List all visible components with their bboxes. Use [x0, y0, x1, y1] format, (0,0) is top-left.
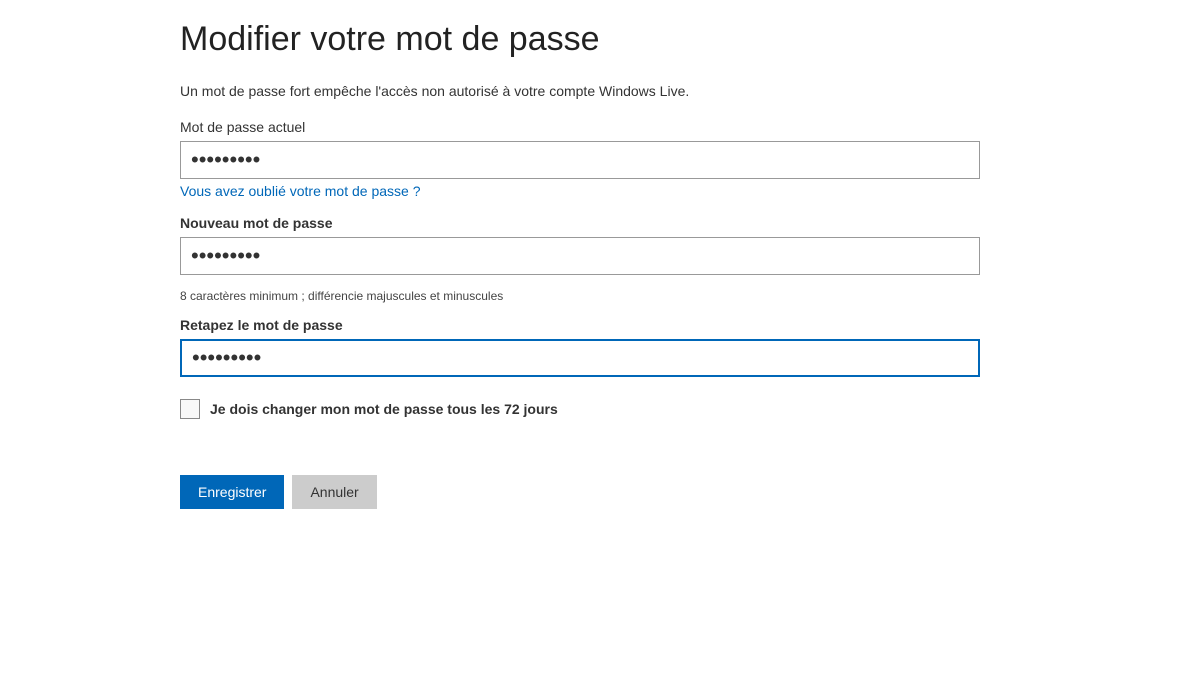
change-periodically-row: Je dois changer mon mot de passe tous le…	[180, 399, 1200, 419]
current-password-group: Mot de passe actuel Vous avez oublié vot…	[180, 119, 1200, 201]
new-password-input[interactable]	[180, 237, 980, 275]
forgot-password-link[interactable]: Vous avez oublié votre mot de passe ?	[180, 183, 420, 199]
change-periodically-checkbox[interactable]	[180, 399, 200, 419]
cancel-button[interactable]: Annuler	[292, 475, 376, 509]
new-password-label: Nouveau mot de passe	[180, 215, 1200, 231]
change-periodically-label: Je dois changer mon mot de passe tous le…	[210, 401, 558, 417]
button-row: Enregistrer Annuler	[180, 475, 1200, 509]
confirm-password-input[interactable]	[180, 339, 980, 377]
password-hint: 8 caractères minimum ; différencie majus…	[180, 289, 1200, 303]
current-password-input[interactable]	[180, 141, 980, 179]
current-password-label: Mot de passe actuel	[180, 119, 1200, 135]
confirm-password-group: Retapez le mot de passe	[180, 317, 1200, 377]
page-title: Modifier votre mot de passe	[180, 20, 1200, 59]
description-text: Un mot de passe fort empêche l'accès non…	[180, 83, 1200, 99]
save-button[interactable]: Enregistrer	[180, 475, 284, 509]
new-password-group: Nouveau mot de passe	[180, 215, 1200, 275]
confirm-password-label: Retapez le mot de passe	[180, 317, 1200, 333]
